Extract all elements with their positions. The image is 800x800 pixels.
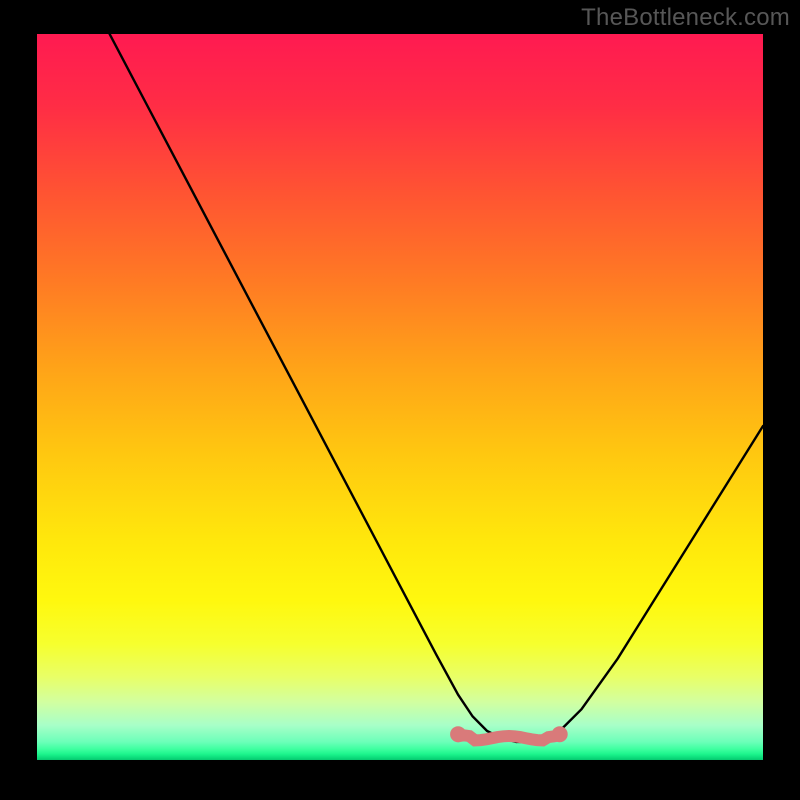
- optimal-range-marker: [458, 735, 560, 740]
- chart-frame: TheBottleneck.com: [0, 0, 800, 800]
- bottleneck-curve-left: [110, 34, 517, 742]
- plot-area: [37, 34, 763, 760]
- bottleneck-curve-right: [516, 426, 763, 742]
- watermark-text: TheBottleneck.com: [581, 4, 790, 32]
- optimal-range-cap-right: [552, 726, 568, 742]
- curve-layer: [37, 34, 763, 760]
- optimal-range-cap-left: [450, 726, 466, 742]
